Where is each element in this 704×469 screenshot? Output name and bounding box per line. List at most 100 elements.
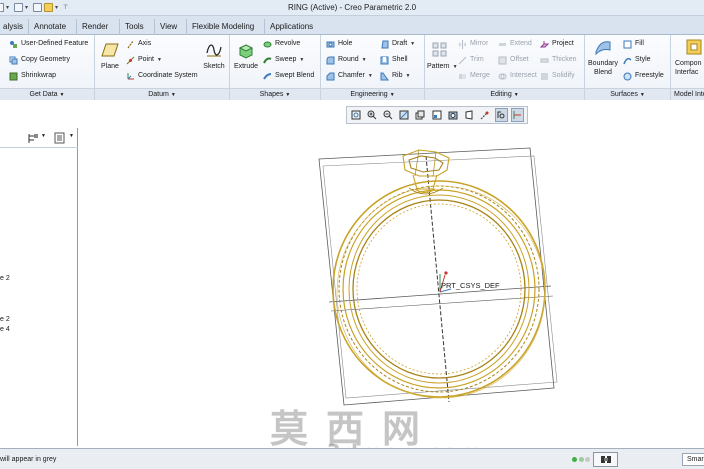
chevron-down-icon[interactable]: ▼ xyxy=(41,133,46,139)
display-style-button[interactable] xyxy=(446,108,459,122)
datum-line-horizontal-2 xyxy=(330,295,554,312)
merge-button[interactable]: Merge xyxy=(458,70,490,82)
chamfer-button[interactable]: Chamfer ▼ xyxy=(326,70,373,82)
tab-flexible-modeling[interactable]: Flexible Modeling xyxy=(186,19,259,35)
round-button[interactable]: Round ▼ xyxy=(326,54,367,66)
trim-button[interactable]: Trim xyxy=(458,54,484,66)
display-style-icon xyxy=(448,111,458,120)
spin-center-button[interactable] xyxy=(494,108,508,122)
pattern-icon xyxy=(432,42,447,57)
style-button[interactable]: Style xyxy=(623,54,651,66)
offset-button[interactable]: Offset xyxy=(498,54,529,66)
chevron-down-icon: ▼ xyxy=(285,92,291,98)
tab-view[interactable]: View xyxy=(154,19,182,35)
perspective-icon xyxy=(465,110,473,120)
group-label-editing[interactable]: Editing ▼ xyxy=(425,88,584,100)
annotation-display-icon xyxy=(513,111,522,119)
draft-button[interactable]: Draft ▼ xyxy=(380,38,415,50)
group-label-model-intent[interactable]: Model Inte xyxy=(671,88,704,100)
status-light-icon xyxy=(572,457,577,462)
extrude-button[interactable]: Extrude xyxy=(232,41,260,71)
tab-tools[interactable]: Tools xyxy=(119,19,149,35)
chevron-down-icon[interactable]: ▼ xyxy=(157,54,162,66)
group-model-intent: Compon Interfac Model Inte xyxy=(671,35,704,100)
view-manager-button[interactable] xyxy=(430,108,443,122)
spin-center-icon xyxy=(497,111,505,119)
copy-geometry-button[interactable]: Copy Geometry xyxy=(9,54,70,66)
style-icon xyxy=(623,57,632,64)
chevron-down-icon[interactable]: ▼ xyxy=(410,38,415,50)
ring-model[interactable] xyxy=(332,180,546,399)
thicken-button[interactable]: Thicken xyxy=(540,54,577,66)
user-defined-feature-button[interactable]: User-Defined Feature xyxy=(9,38,88,50)
chevron-down-icon[interactable]: ▼ xyxy=(69,133,74,139)
status-bar: will appear in grey Smar xyxy=(0,448,704,469)
extend-button[interactable]: Extend xyxy=(498,38,532,50)
fill-icon xyxy=(623,40,632,48)
fill-button[interactable]: Fill xyxy=(623,38,644,50)
point-button[interactable]: Point ▼ xyxy=(126,54,162,66)
group-label-datum[interactable]: Datum ▼ xyxy=(95,88,229,100)
saved-orientations-icon xyxy=(415,110,425,120)
tab-annotate[interactable]: Annotate xyxy=(28,19,71,35)
chevron-down-icon[interactable]: ▼ xyxy=(368,70,373,82)
swept-blend-button[interactable]: Swept Blend xyxy=(263,70,314,82)
tree-item[interactable]: e 4 xyxy=(0,326,10,333)
plane-button[interactable]: Plane xyxy=(99,41,121,71)
freestyle-button[interactable]: Freestyle xyxy=(623,70,664,82)
zoom-in-button[interactable] xyxy=(365,108,378,122)
filter-button[interactable] xyxy=(593,452,618,467)
tree-settings-icon[interactable] xyxy=(27,132,39,144)
solidify-icon xyxy=(541,72,548,80)
point-icon xyxy=(126,56,135,64)
zoom-out-button[interactable] xyxy=(381,108,394,122)
shrinkwrap-button[interactable]: Shrinkwrap xyxy=(9,70,56,82)
group-label-surfaces[interactable]: Surfaces ▼ xyxy=(585,88,670,100)
annotation-display-button[interactable] xyxy=(510,108,525,122)
coordinate-system-button[interactable]: Coordinate System xyxy=(126,70,198,82)
title-bar: ▾ ▾ ▾ ⊤ RING (Active) - Creo Parametric … xyxy=(0,0,704,16)
selection-filter-dropdown[interactable]: Smar xyxy=(682,453,704,466)
boundary-blend-button[interactable]: Boundary Blend xyxy=(587,38,619,77)
pattern-button[interactable]: Pattern ▼ xyxy=(427,41,458,72)
solidify-button[interactable]: Solidify xyxy=(540,70,575,82)
rib-button[interactable]: Rib ▼ xyxy=(380,70,410,82)
gem-setting[interactable] xyxy=(402,149,450,195)
view-manager-icon xyxy=(432,110,442,120)
saved-orientations-button[interactable] xyxy=(414,108,427,122)
mirror-icon xyxy=(459,39,466,49)
group-label-engineering[interactable]: Engineering ▼ xyxy=(321,88,424,100)
axis-button[interactable]: Axis xyxy=(126,38,151,50)
tab-applications[interactable]: Applications xyxy=(264,19,318,35)
datum-axis xyxy=(425,155,450,403)
tree-item[interactable]: e 2 xyxy=(0,275,10,282)
thicken-icon xyxy=(540,58,549,62)
component-interface-button[interactable]: Compon Interfac xyxy=(675,38,704,77)
chevron-down-icon[interactable]: ▼ xyxy=(453,64,458,70)
intersect-button[interactable]: Intersect xyxy=(498,70,537,82)
group-label-shapes[interactable]: Shapes ▼ xyxy=(230,88,320,100)
plane-icon xyxy=(101,43,119,57)
mirror-button[interactable]: Mirror xyxy=(458,38,488,50)
repaint-button[interactable] xyxy=(398,108,411,122)
perspective-button[interactable] xyxy=(462,108,475,122)
tab-analysis[interactable]: alysis xyxy=(0,19,28,35)
revolve-button[interactable]: Revolve xyxy=(263,38,300,50)
ribbon-tabs: alysis Annotate Render Tools View Flexib… xyxy=(0,16,704,35)
chevron-down-icon[interactable]: ▼ xyxy=(362,54,367,66)
window-title: RING (Active) - Creo Parametric 2.0 xyxy=(287,3,417,12)
show-menu-icon[interactable] xyxy=(54,132,65,144)
refit-button[interactable] xyxy=(349,108,362,122)
shell-button[interactable]: Shell xyxy=(380,54,408,66)
tree-item[interactable]: e 2 xyxy=(0,316,10,323)
datum-display-button[interactable] xyxy=(479,108,492,122)
chevron-down-icon[interactable]: ▼ xyxy=(406,70,411,82)
group-engineering: Hole Round ▼ Chamfer ▼ Draft ▼ Shell Rib ▼ xyxy=(321,35,425,100)
sweep-button[interactable]: Sweep ▼ xyxy=(263,54,304,66)
project-button[interactable]: Project xyxy=(540,38,574,50)
chevron-down-icon[interactable]: ▼ xyxy=(299,54,304,66)
sketch-button[interactable]: Sketch xyxy=(202,41,226,71)
tab-render[interactable]: Render xyxy=(76,19,113,35)
hole-button[interactable]: Hole xyxy=(326,38,352,50)
group-label-get-data[interactable]: Get Data ▼ xyxy=(0,88,94,100)
